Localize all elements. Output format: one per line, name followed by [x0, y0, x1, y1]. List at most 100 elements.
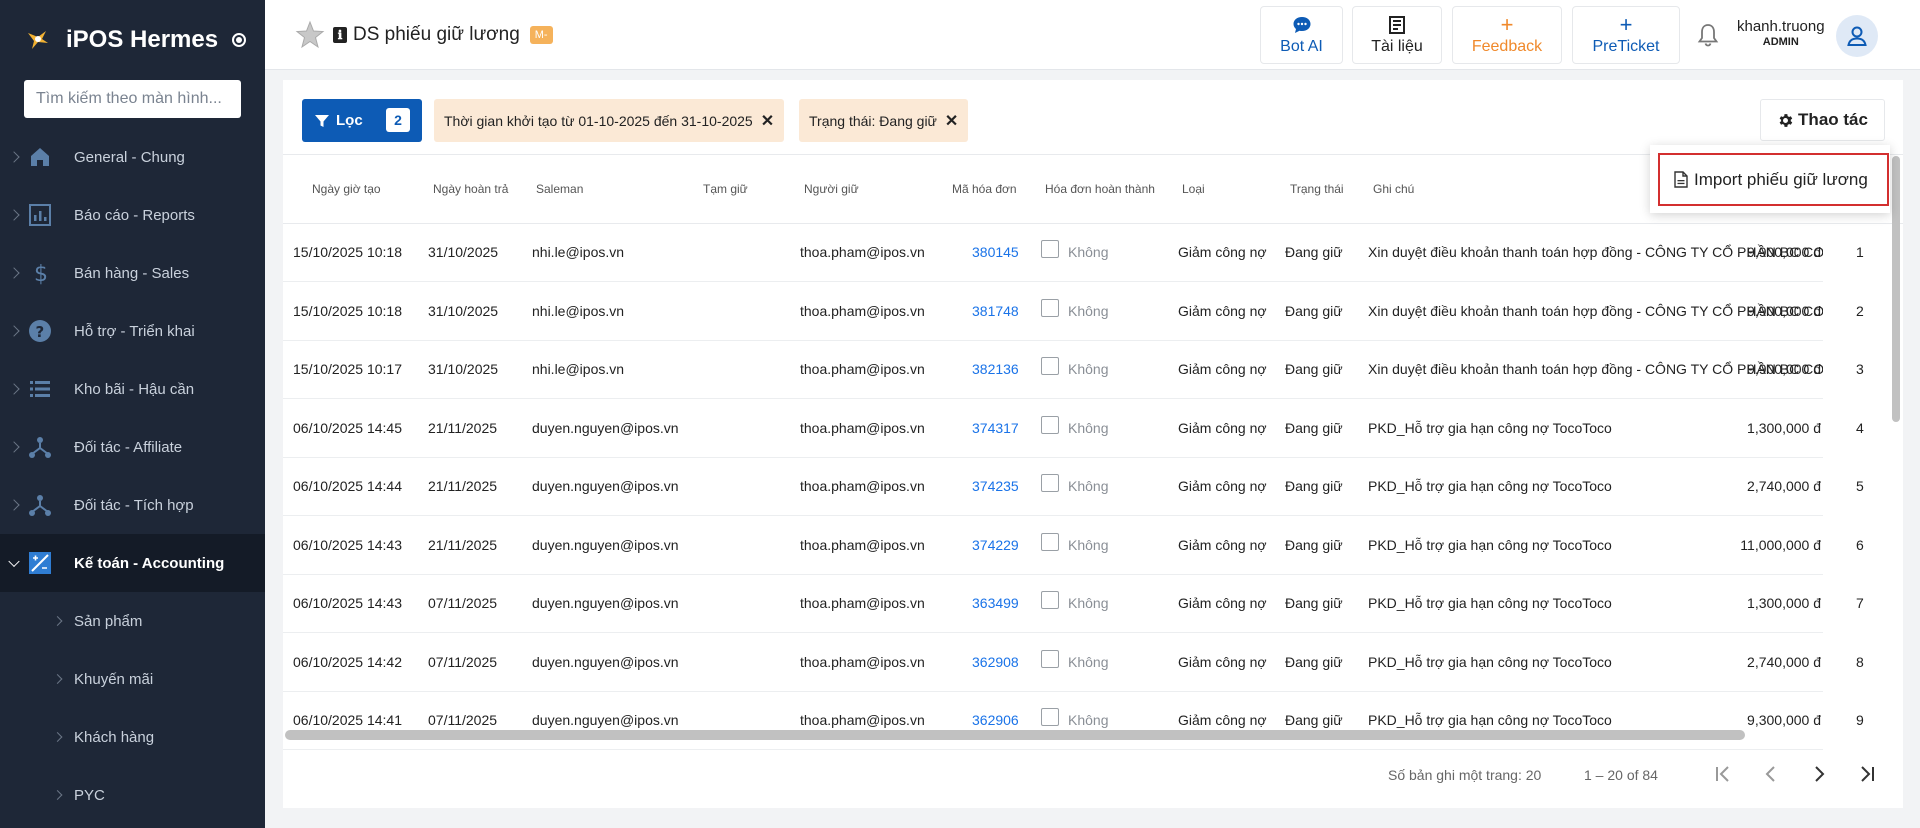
cell-returned: 21/11/2025 — [428, 536, 498, 553]
table-row[interactable]: 15/10/2025 10:18 31/10/2025 nhi.le@ipos.vn… — [283, 224, 1864, 282]
cell-created: 06/10/2025 14:41 — [293, 712, 402, 728]
completed-checkbox[interactable] — [1041, 649, 1059, 668]
sidebar: iPOS Hermes General - Chung Báo cáo - Re… — [0, 0, 265, 828]
per-page-label[interactable]: Số bản ghi một trang: 20 — [1388, 767, 1541, 783]
column-header[interactable]: Ghi chú — [1373, 182, 1414, 196]
last-page-icon[interactable] — [1852, 759, 1882, 789]
table-row[interactable]: 15/10/2025 10:17 31/10/2025 nhi.le@ipos.vn… — [283, 341, 1864, 399]
filter-chip-status[interactable]: Trạng thái: Đang giữ ✕ — [799, 99, 969, 142]
completed-checkbox[interactable] — [1041, 474, 1059, 492]
file-icon — [1674, 171, 1688, 188]
completed-checkbox[interactable] — [1041, 532, 1059, 551]
bell-icon[interactable] — [1695, 22, 1721, 48]
completed-checkbox[interactable] — [1041, 708, 1059, 726]
column-header[interactable]: Mã hóa đơn — [952, 182, 1017, 196]
column-header[interactable]: Người giữ — [804, 182, 859, 196]
table-row[interactable]: 15/10/2025 10:18 31/10/2025 nhi.le@ipos.vn… — [283, 283, 1864, 341]
invoice-link[interactable]: 380145 — [972, 244, 1019, 260]
docs-button[interactable]: Tài liệu — [1352, 6, 1442, 64]
cell-status: Đang giữ — [1285, 478, 1343, 494]
invoice-link[interactable]: 382136 — [972, 361, 1019, 377]
cell-note: Xin duyệt điều khoản thanh toán hợp đồng… — [1368, 361, 1823, 377]
user-info[interactable]: khanh.truong ADMIN — [1737, 18, 1825, 48]
bot-ai-button[interactable]: Bot AI — [1260, 6, 1343, 64]
sidebar-item-reports[interactable]: Báo cáo - Reports — [0, 186, 265, 244]
chevron-right-icon — [8, 325, 20, 337]
column-header[interactable]: Hóa đơn hoàn thành — [1045, 182, 1155, 196]
sidebar-item-integration[interactable]: Đối tác - Tích hợp — [0, 476, 265, 534]
sidebar-subitem-pyc[interactable]: PYC — [0, 766, 265, 824]
sidebar-item-label: Kho bãi - Hậu cần — [74, 380, 195, 398]
vertical-scrollbar[interactable] — [1892, 156, 1900, 422]
sidebar-item-accounting[interactable]: Kế toán - Accounting — [0, 534, 265, 592]
table-row[interactable]: 06/10/2025 14:41 07/11/2025 duyen.nguyen@i… — [283, 692, 1864, 750]
chevron-right-icon — [8, 267, 20, 279]
radio-dot-icon[interactable] — [232, 33, 247, 47]
invoice-link[interactable]: 374229 — [972, 537, 1019, 553]
sidebar-search — [24, 80, 241, 118]
preticket-button[interactable]: + PreTicket — [1572, 6, 1680, 64]
filter-button[interactable]: Lọc 2 — [302, 99, 422, 142]
sidebar-item-sales[interactable]: $ Bán hàng - Sales — [0, 244, 265, 302]
invoice-link[interactable]: 374317 — [972, 420, 1019, 436]
actions-button[interactable]: Thao tác — [1760, 99, 1885, 141]
sidebar-subitem-promotions[interactable]: Khuyến mãi — [0, 650, 265, 708]
table-row[interactable]: 06/10/2025 14:43 07/11/2025 duyen.nguyen@i… — [283, 575, 1864, 633]
completed-checkbox[interactable] — [1041, 591, 1059, 609]
sidebar-subitem-customers[interactable]: Khách hàng — [0, 708, 265, 766]
completed-checkbox[interactable] — [1041, 240, 1059, 258]
column-header[interactable]: Tạm giữ — [703, 182, 748, 196]
first-page-icon[interactable] — [1708, 759, 1738, 789]
table-row[interactable]: 06/10/2025 14:42 07/11/2025 duyen.nguyen@i… — [283, 634, 1864, 692]
cell-returned: 07/11/2025 — [428, 653, 498, 670]
table-row[interactable]: 06/10/2025 14:43 21/11/2025 duyen.nguyen@i… — [283, 517, 1864, 575]
prev-page-icon[interactable] — [1756, 759, 1786, 789]
invoice-link[interactable]: 362908 — [972, 654, 1019, 670]
sidebar-subitem-label: PYC — [74, 786, 105, 804]
horizontal-scrollbar[interactable] — [285, 730, 1745, 740]
close-icon[interactable]: ✕ — [761, 111, 774, 131]
close-icon[interactable]: ✕ — [945, 111, 958, 131]
sidebar-subitem-products[interactable]: Sản phẩm — [0, 592, 265, 650]
filter-chip-date[interactable]: Thời gian khởi tạo từ 01-10-2025 đến 31-… — [434, 99, 785, 142]
cell-note: PKD_Hỗ trợ gia hạn công nợ TocoToco — [1368, 478, 1612, 494]
sidebar-item-label: General - Chung — [74, 148, 185, 166]
svg-text:$: $ — [34, 262, 48, 285]
invoice-link[interactable]: 362906 — [972, 712, 1019, 728]
page-title: ℹ DS phiếu giữ lương M- — [333, 24, 553, 46]
feedback-button[interactable]: + Feedback — [1452, 6, 1562, 64]
completed-checkbox[interactable] — [1041, 357, 1059, 375]
sidebar-item-label: Kế toán - Accounting — [74, 554, 225, 572]
favorite-star-icon[interactable] — [295, 20, 325, 50]
avatar[interactable] — [1836, 15, 1878, 57]
cell-idx: 5 — [1856, 478, 1864, 494]
sidebar-item-affiliate[interactable]: Đối tác - Affiliate — [0, 418, 265, 476]
sidebar-item-support[interactable]: ? Hỗ trợ - Triển khai — [0, 302, 265, 360]
table-row[interactable]: 06/10/2025 14:45 21/11/2025 duyen.nguyen@i… — [283, 400, 1864, 458]
bot-ai-label: Bot AI — [1280, 38, 1323, 55]
cell-status: Đang giữ — [1285, 419, 1343, 436]
next-page-icon[interactable] — [1804, 759, 1834, 789]
sidebar-menu: General - Chung Báo cáo - Reports $ Bán … — [0, 128, 265, 824]
invoice-link[interactable]: 363499 — [972, 595, 1019, 611]
cell-status: Đang giữ — [1285, 595, 1343, 611]
invoice-link[interactable]: 381748 — [972, 303, 1019, 319]
network-icon — [29, 437, 51, 458]
sidebar-search-input[interactable] — [36, 90, 229, 108]
sidebar-item-warehouse[interactable]: Kho bãi - Hậu cần — [0, 360, 265, 418]
column-header[interactable]: Saleman — [536, 182, 583, 196]
invoice-link[interactable]: 374235 — [972, 478, 1019, 494]
cell-created: 15/10/2025 10:18 — [293, 244, 402, 260]
pagination-bar: Số bản ghi một trang: 20 1 – 20 of 84 — [283, 745, 1903, 808]
completed-checkbox[interactable] — [1041, 415, 1059, 434]
completed-checkbox[interactable] — [1041, 298, 1059, 317]
import-payroll-menu-item[interactable]: Import phiếu giữ lương — [1658, 153, 1889, 206]
column-header[interactable]: Ngày giờ tạo — [312, 182, 381, 196]
cell-returned: 31/10/2025 — [428, 302, 499, 319]
page-range: 1 – 20 of 84 — [1584, 767, 1658, 783]
column-header[interactable]: Loại — [1182, 182, 1205, 196]
column-header[interactable]: Ngày hoàn trả — [433, 182, 508, 196]
table-row[interactable]: 06/10/2025 14:44 21/11/2025 duyen.nguyen@i… — [283, 458, 1864, 516]
sidebar-item-general[interactable]: General - Chung — [0, 128, 265, 186]
column-header[interactable]: Trạng thái — [1290, 182, 1344, 196]
